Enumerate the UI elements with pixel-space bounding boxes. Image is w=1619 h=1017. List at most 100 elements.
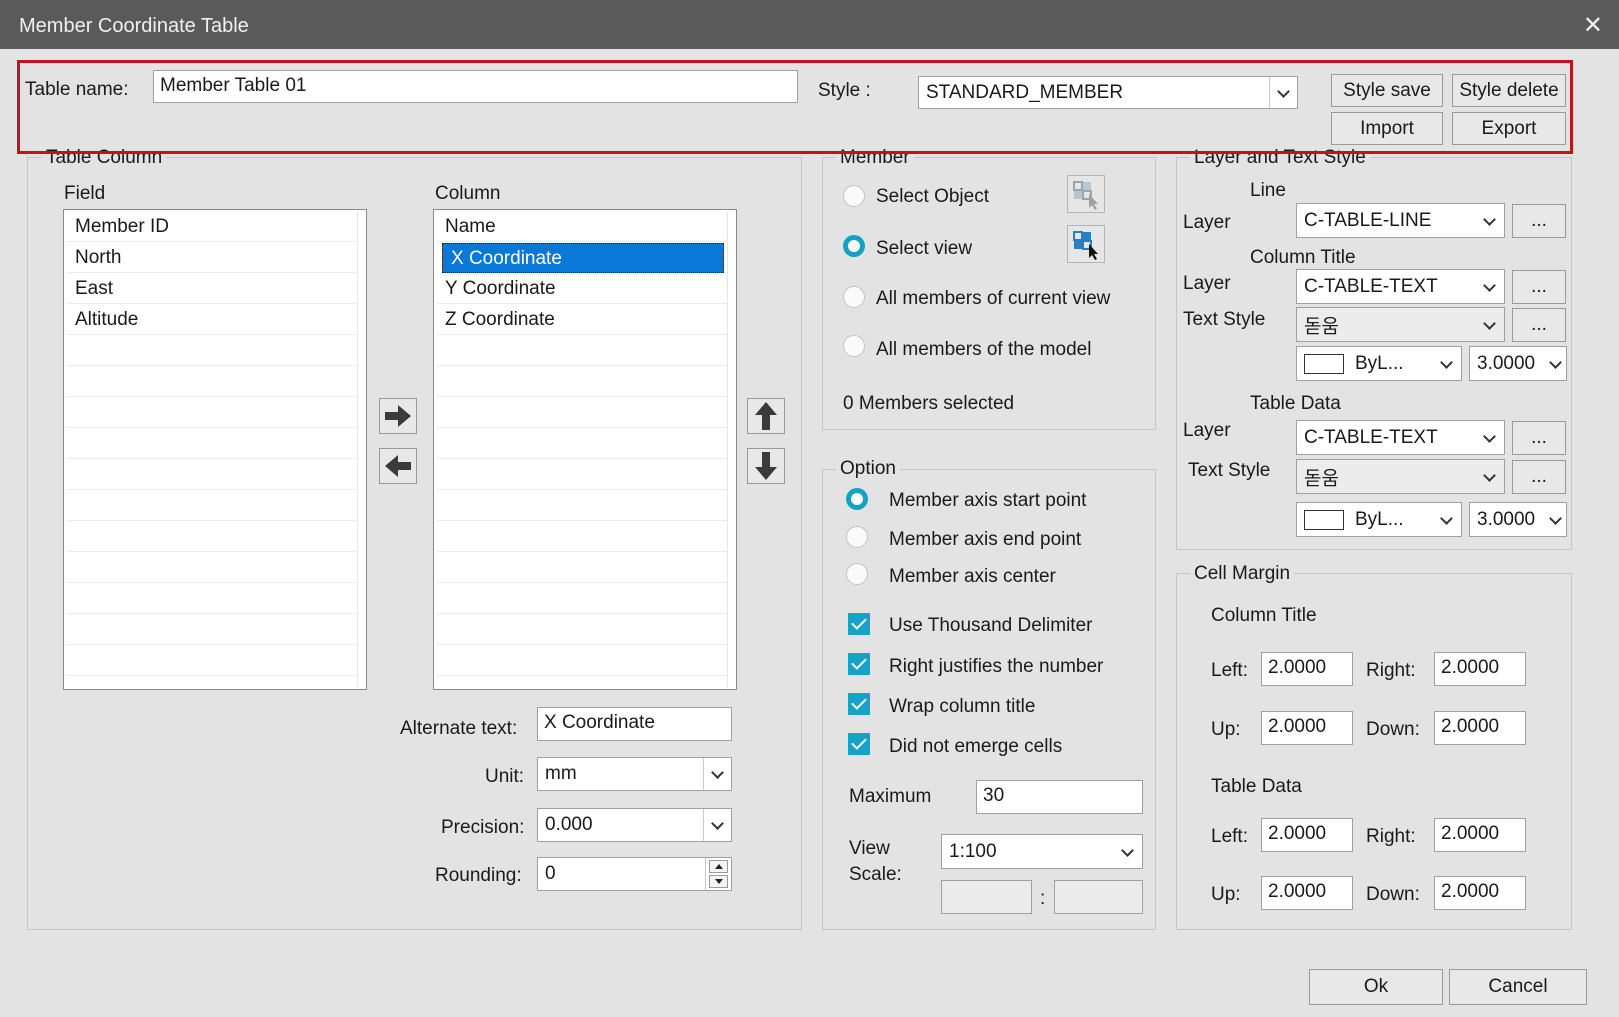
thousand-delimiter-label[interactable]: Use Thousand Delimiter	[889, 615, 1092, 637]
empty-row	[67, 553, 358, 583]
arrow-right-icon	[385, 405, 411, 427]
list-item[interactable]: Altitude	[67, 305, 358, 335]
chevron-down-icon	[703, 758, 731, 790]
add-column-button[interactable]	[379, 398, 417, 434]
center-radio[interactable]	[846, 563, 868, 585]
line-layer-browse-button[interactable]: ...	[1512, 204, 1566, 238]
td-right-label: Right:	[1366, 826, 1416, 847]
data-text-style-combobox[interactable]: 돋움	[1296, 459, 1505, 494]
column-label: Column	[435, 183, 501, 204]
data-color-combobox[interactable]: ByL...	[1296, 502, 1462, 537]
view-scale-combobox[interactable]: 1:100	[941, 834, 1143, 869]
precision-combobox[interactable]: 0.000	[537, 808, 732, 842]
td-right-input[interactable]: 2.0000	[1434, 818, 1526, 852]
did-not-emerge-checkbox[interactable]	[848, 733, 870, 755]
ct-up-input[interactable]: 2.0000	[1261, 711, 1353, 745]
list-item[interactable]: Name	[437, 212, 728, 242]
ct-right-input[interactable]: 2.0000	[1434, 652, 1526, 686]
column-listbox[interactable]: Name X Coordinate Y Coordinate Z Coordin…	[433, 209, 737, 690]
wrap-title-checkbox[interactable]	[848, 693, 870, 715]
column-text-style-browse-button[interactable]: ...	[1512, 308, 1566, 342]
all-model-radio[interactable]	[843, 335, 865, 357]
empty-row	[437, 522, 728, 552]
field-label: Field	[64, 183, 106, 204]
cell-margin-title: Cell Margin	[1190, 563, 1295, 585]
rounding-stepper[interactable]: 0	[537, 857, 732, 891]
select-object-radio[interactable]	[843, 185, 865, 207]
color-swatch	[1304, 510, 1344, 530]
all-current-view-radio[interactable]	[843, 286, 865, 308]
empty-row	[437, 398, 728, 428]
ct-left-label: Left:	[1211, 660, 1248, 681]
spin-down-icon[interactable]	[709, 875, 728, 888]
list-item[interactable]: Member ID	[67, 212, 358, 242]
did-not-emerge-label[interactable]: Did not emerge cells	[889, 736, 1062, 758]
column-height-combobox[interactable]: 3.0000	[1469, 346, 1567, 381]
remove-column-button[interactable]	[379, 448, 417, 484]
empty-row	[437, 646, 728, 676]
column-layer-browse-button[interactable]: ...	[1512, 270, 1566, 304]
scale-denominator-input	[1054, 880, 1143, 914]
data-text-style-browse-button[interactable]: ...	[1512, 460, 1566, 494]
td-left-input[interactable]: 2.0000	[1261, 818, 1353, 852]
thousand-delimiter-checkbox[interactable]	[848, 613, 870, 635]
empty-row	[67, 646, 358, 676]
select-view-label[interactable]: Select view	[876, 238, 972, 260]
empty-row	[437, 615, 728, 645]
scale-colon: :	[1040, 888, 1046, 909]
td-down-input[interactable]: 2.0000	[1434, 876, 1526, 910]
chevron-down-icon	[1476, 421, 1504, 454]
unit-value: mm	[545, 763, 577, 784]
cancel-button[interactable]: Cancel	[1449, 969, 1587, 1005]
maximum-input[interactable]: 30	[976, 780, 1143, 814]
cm-column-title-header: Column Title	[1211, 605, 1317, 626]
end-point-label[interactable]: Member axis end point	[889, 529, 1081, 551]
arrow-down-icon	[755, 452, 777, 480]
data-height-combobox[interactable]: 3.0000	[1469, 502, 1567, 537]
all-model-label[interactable]: All members of the model	[876, 339, 1091, 361]
move-up-button[interactable]	[747, 398, 785, 434]
all-current-view-label[interactable]: All members of current view	[876, 288, 1110, 310]
view-scale-value: 1:100	[949, 840, 997, 862]
right-justify-label[interactable]: Right justifies the number	[889, 656, 1103, 678]
select-view-radio[interactable]	[843, 235, 865, 257]
data-layer-combobox[interactable]: C-TABLE-TEXT	[1296, 420, 1505, 455]
precision-label: Precision:	[441, 817, 525, 838]
close-icon[interactable]: ✕	[1583, 11, 1603, 40]
list-divider	[727, 212, 728, 687]
title-bar: Member Coordinate Table ✕	[0, 0, 1619, 49]
list-item[interactable]: Z Coordinate	[437, 305, 728, 335]
alternate-text-input[interactable]: X Coordinate	[537, 707, 732, 741]
wrap-title-label[interactable]: Wrap column title	[889, 696, 1035, 718]
unit-combobox[interactable]: mm	[537, 757, 732, 791]
center-label[interactable]: Member axis center	[889, 566, 1056, 588]
start-point-label[interactable]: Member axis start point	[889, 490, 1086, 512]
column-color-combobox[interactable]: ByL...	[1296, 346, 1462, 381]
pick-view-button[interactable]	[1067, 225, 1105, 263]
column-height-value: 3.0000	[1477, 352, 1536, 374]
select-object-label[interactable]: Select Object	[876, 186, 989, 208]
spin-up-icon[interactable]	[709, 860, 728, 873]
ct-down-input[interactable]: 2.0000	[1434, 711, 1526, 745]
list-item[interactable]: North	[67, 243, 358, 273]
data-layer-browse-button[interactable]: ...	[1512, 421, 1566, 455]
list-item[interactable]: Y Coordinate	[437, 274, 728, 304]
column-title-header: Column Title	[1250, 247, 1356, 268]
column-text-style-combobox[interactable]: 돋움	[1296, 307, 1505, 342]
ok-button[interactable]: Ok	[1309, 969, 1443, 1005]
members-selected-count: 0 Members selected	[843, 393, 1015, 414]
start-point-radio[interactable]	[846, 488, 868, 510]
list-item-selected[interactable]: X Coordinate	[442, 243, 724, 273]
field-listbox[interactable]: Member ID North East Altitude	[63, 209, 367, 690]
pick-object-button[interactable]	[1067, 175, 1105, 213]
line-layer-combobox[interactable]: C-TABLE-LINE	[1296, 203, 1505, 238]
spin-buttons[interactable]	[705, 858, 731, 890]
right-justify-checkbox[interactable]	[848, 653, 870, 675]
ct-left-input[interactable]: 2.0000	[1261, 652, 1353, 686]
move-down-button[interactable]	[747, 448, 785, 484]
ct-right-label: Right:	[1366, 660, 1416, 681]
end-point-radio[interactable]	[846, 526, 868, 548]
td-up-input[interactable]: 2.0000	[1261, 876, 1353, 910]
list-item[interactable]: East	[67, 274, 358, 304]
column-layer-combobox[interactable]: C-TABLE-TEXT	[1296, 269, 1505, 304]
